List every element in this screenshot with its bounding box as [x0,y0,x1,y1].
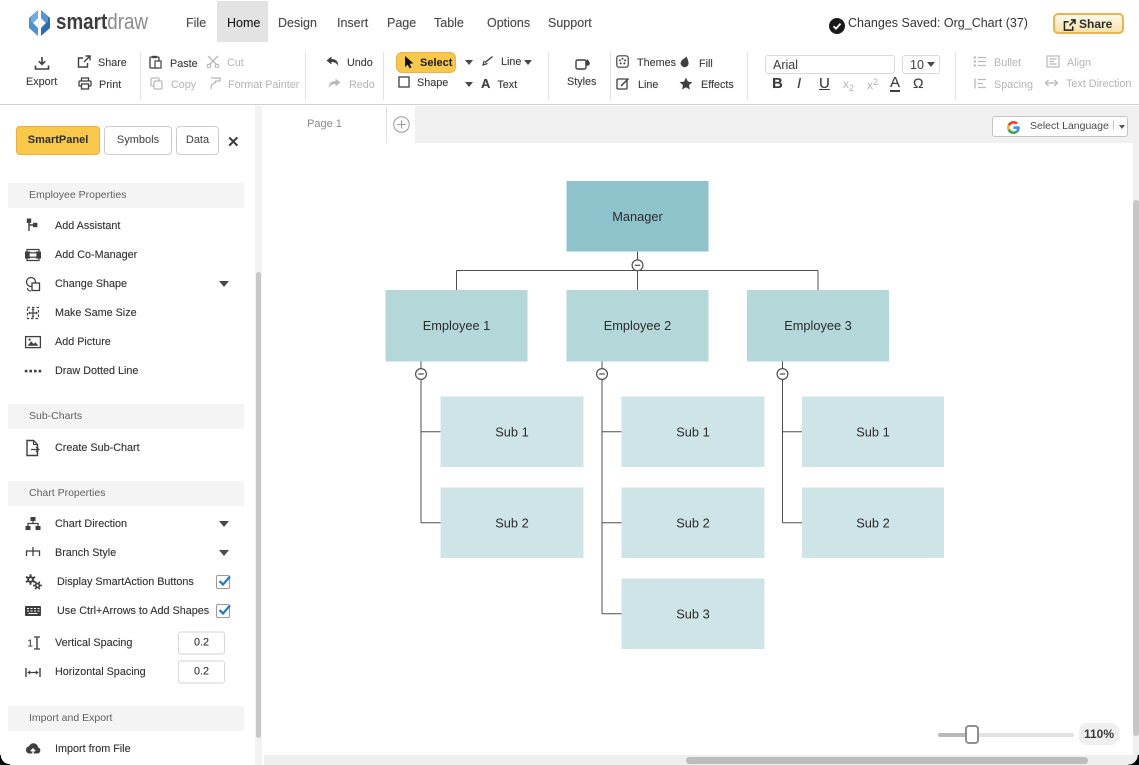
svg-text:Sub 1: Sub 1 [495,425,528,440]
svg-text:Sub 2: Sub 2 [676,516,709,531]
svg-text:1: 1 [27,637,33,649]
svg-text:Employee 3: Employee 3 [784,318,852,333]
svg-text:Sub 3: Sub 3 [676,607,709,622]
svg-text:Employee 2: Employee 2 [604,318,672,333]
svg-text:Sub 1: Sub 1 [856,425,889,440]
svg-text:Sub 1: Sub 1 [676,425,709,440]
svg-text:Sub 2: Sub 2 [856,516,889,531]
svg-text:Manager: Manager [612,209,663,224]
svg-text:Sub 2: Sub 2 [495,516,528,531]
svg-text:Employee 1: Employee 1 [423,318,491,333]
